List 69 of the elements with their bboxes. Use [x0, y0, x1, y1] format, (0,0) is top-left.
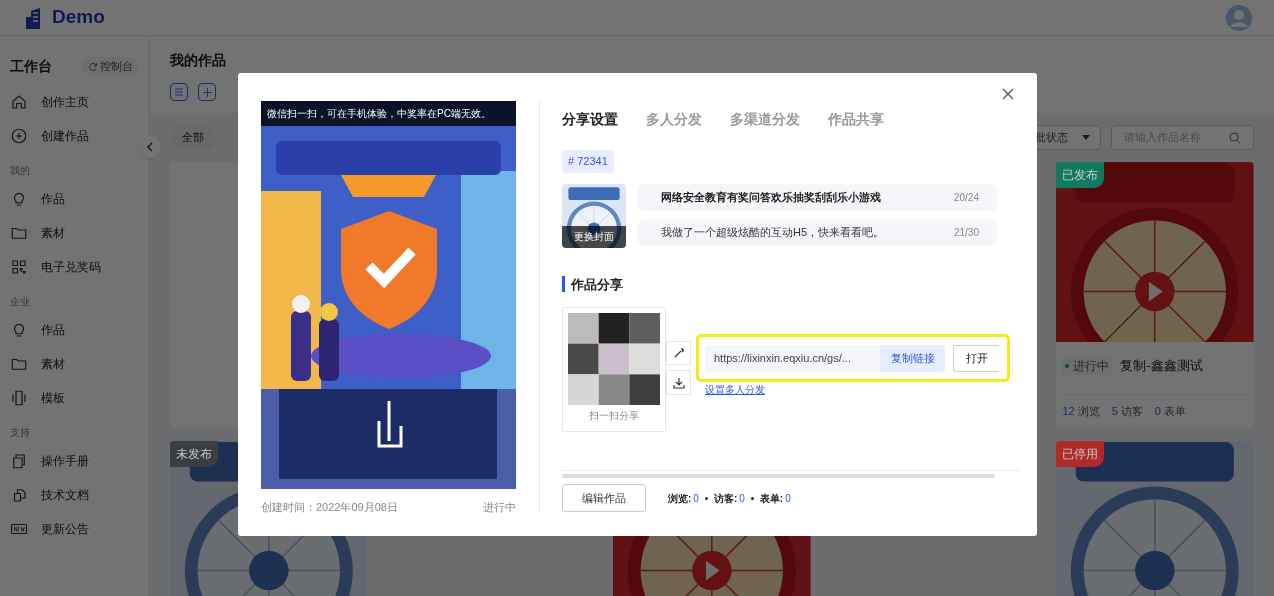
magic-wand-button[interactable]	[666, 341, 691, 365]
tab[interactable]: 作品共享	[828, 109, 884, 130]
sidebar-item[interactable]: 素材	[10, 347, 139, 381]
download-button[interactable]	[666, 370, 691, 395]
home-icon	[10, 93, 28, 111]
open-button[interactable]: 打开	[953, 344, 999, 372]
stat-item: 访客: 0	[713, 491, 745, 506]
status-text: 进行中	[483, 500, 516, 515]
id-tag: # 72341	[562, 150, 614, 173]
plus-icon	[202, 87, 212, 97]
sidebar-item[interactable]: 模板	[10, 381, 139, 415]
sidebar-item[interactable]: 创作主页	[10, 85, 139, 119]
page-title: 我的作品	[170, 51, 227, 70]
card-title: 复制-鑫鑫测试	[1120, 357, 1203, 375]
sidebar-item[interactable]: 创建作品	[10, 119, 139, 153]
created-date: 创建时间：2022年09月08日	[261, 500, 398, 515]
stat-item: 浏览: 0	[668, 491, 699, 506]
copy-icon	[10, 452, 28, 470]
list-icon	[174, 88, 184, 96]
card-stat: 5 访客	[1111, 403, 1143, 419]
chevron-left-icon	[145, 142, 155, 152]
logo-text[interactable]: Demo	[52, 3, 105, 32]
list-view-button[interactable]	[170, 83, 188, 101]
sidebar-item[interactable]: 电子兑奖码	[10, 250, 139, 284]
stat-item: 表单: 0	[759, 491, 791, 506]
tab[interactable]: 分享设置	[562, 109, 618, 130]
search-icon	[1229, 131, 1241, 144]
edit-work-button[interactable]: 编辑作品	[562, 484, 646, 512]
sidebar-item[interactable]: 更新公告	[10, 512, 139, 546]
text-field[interactable]: 网络安全教育有奖问答欢乐抽奖刮刮乐小游戏 20/24	[638, 183, 997, 211]
status-badge: 已发布	[1056, 162, 1105, 188]
card-stat: 0 表单	[1154, 403, 1186, 419]
filter-chip[interactable]: 全部	[170, 125, 216, 150]
work-card[interactable]: 已发布 进行中 复制-鑫鑫测试 12 浏览 5 访客 0 表单	[1056, 162, 1254, 427]
status-badge: 未发布	[170, 441, 218, 467]
plus-circle-icon	[10, 127, 28, 145]
tab[interactable]: 多渠道分发	[730, 109, 800, 130]
qr-code-icon	[10, 258, 28, 276]
progress-tag: 进行中	[1062, 356, 1113, 375]
section-heading: 我的	[10, 164, 31, 178]
status-badge: 已停用	[1056, 441, 1105, 467]
section-title: 作品分享	[571, 275, 623, 294]
console-button[interactable]: 控制台	[82, 57, 139, 76]
sidebar-title: 工作台	[10, 57, 52, 76]
sidebar-item[interactable]: 作品	[10, 313, 139, 347]
qr-caption: 扫一扫分享	[589, 409, 639, 423]
text-field[interactable]: 我做了一个超级炫酷的互动H5，快来看看吧。 21/30	[638, 218, 997, 246]
refresh-icon	[88, 61, 98, 72]
sidebar-item[interactable]: 素材	[10, 216, 139, 250]
avatar-icon[interactable]	[1226, 4, 1252, 31]
close-button[interactable]	[1001, 87, 1015, 101]
sidebar-item[interactable]: 操作手册	[10, 444, 139, 478]
add-button[interactable]	[198, 83, 216, 101]
sidebar-item[interactable]: 作品	[10, 182, 139, 216]
scrollbar[interactable]	[562, 474, 995, 478]
caret-icon	[1082, 135, 1090, 140]
magic-wand-icon	[672, 347, 685, 359]
download-icon	[672, 376, 685, 389]
tab[interactable]: 多人分发	[646, 109, 702, 130]
char-count: 21/30	[953, 225, 979, 240]
change-cover-button[interactable]: 更换封面	[562, 225, 626, 248]
multi-share-link[interactable]: 设置多人分发	[705, 382, 765, 397]
sidebar-item[interactable]: 技术文档	[10, 478, 139, 512]
char-count: 20/24	[953, 190, 979, 205]
card-stat: 12 浏览	[1062, 403, 1100, 419]
copy-link-button[interactable]: 复制链接	[880, 344, 945, 372]
link-field[interactable]: https://lixinxin.eqxiu.cn/gs/... 复制链接	[705, 344, 945, 372]
close-icon	[1002, 88, 1014, 100]
phone-icon	[10, 389, 28, 407]
